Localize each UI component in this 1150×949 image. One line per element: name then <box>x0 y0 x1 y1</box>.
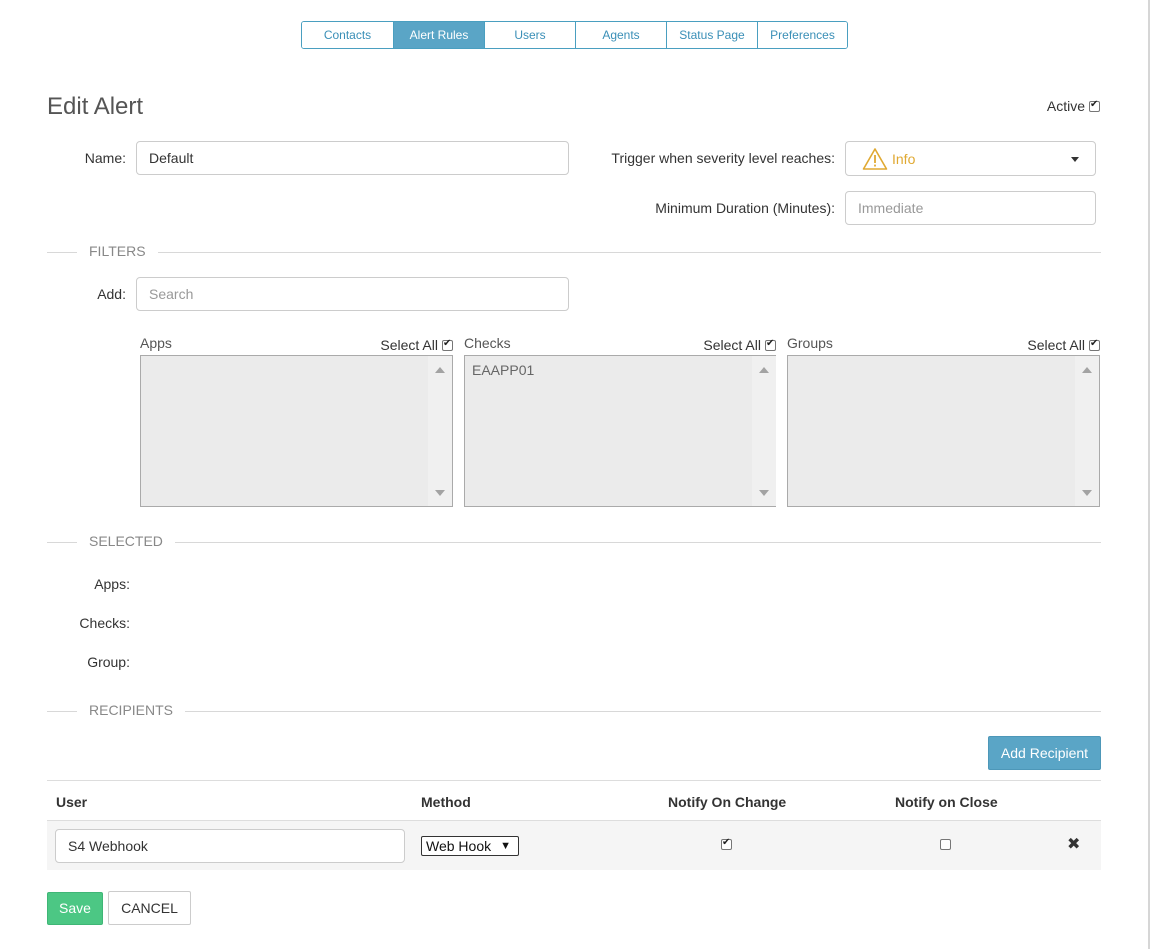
active-toggle: Active <box>1047 98 1100 114</box>
tab-bar: Contacts Alert Rules Users Agents Status… <box>301 21 848 49</box>
remove-recipient-icon[interactable]: ✖ <box>1067 834 1080 854</box>
tab-status-page[interactable]: Status Page <box>666 22 757 48</box>
recipients-table-header: User Method Notify On Change Notify on C… <box>47 780 1101 821</box>
filters-section-label: FILTERS <box>89 243 146 259</box>
cancel-button[interactable]: CANCEL <box>108 891 191 925</box>
selected-apps-label: Apps: <box>94 576 130 592</box>
selected-section-header: SELECTED <box>47 532 1101 552</box>
scroll-up-icon[interactable] <box>759 367 769 373</box>
dropdown-arrow-icon: ▼ <box>500 840 511 852</box>
scroll-down-icon[interactable] <box>435 490 445 496</box>
table-row: S4 Webhook Web Hook ▼ ✖ <box>47 821 1101 870</box>
selected-group-label: Group: <box>87 654 130 670</box>
apps-select-all[interactable]: Select All <box>380 337 453 353</box>
col-user: User <box>56 794 88 810</box>
apps-scrollbar[interactable] <box>428 356 452 506</box>
method-value: Web Hook <box>426 838 492 854</box>
save-button[interactable]: Save <box>47 892 103 925</box>
min-duration-label: Minimum Duration (Minutes): <box>655 200 835 216</box>
groups-listbox[interactable] <box>787 355 1100 507</box>
tab-alert-rules[interactable]: Alert Rules <box>393 22 484 48</box>
checks-select-all-checkbox[interactable] <box>765 338 776 351</box>
groups-list-panel: Groups Select All <box>787 335 1100 513</box>
col-method: Method <box>421 794 471 810</box>
page-title: Edit Alert <box>47 93 144 120</box>
checks-listbox[interactable]: EAAPP01 <box>464 355 776 507</box>
col-notify-change: Notify On Change <box>668 794 787 810</box>
checks-select-all[interactable]: Select All <box>703 337 776 353</box>
checks-list-title: Checks <box>464 335 511 351</box>
apps-listbox[interactable] <box>140 355 453 507</box>
warning-triangle-icon <box>862 147 888 174</box>
notify-change-checkbox[interactable] <box>721 837 732 850</box>
scroll-up-icon[interactable] <box>435 367 445 373</box>
active-checkbox[interactable] <box>1089 99 1100 112</box>
groups-select-all[interactable]: Select All <box>1027 337 1100 353</box>
severity-select[interactable]: Info <box>845 141 1096 176</box>
tab-preferences[interactable]: Preferences <box>757 22 847 48</box>
recipients-section-header: RECIPIENTS <box>47 701 1101 721</box>
scroll-up-icon[interactable] <box>1082 367 1092 373</box>
tab-contacts[interactable]: Contacts <box>302 22 393 48</box>
add-recipient-button[interactable]: Add Recipient <box>988 736 1101 770</box>
tab-agents[interactable]: Agents <box>575 22 666 48</box>
col-notify-close: Notify on Close <box>895 794 998 810</box>
method-select[interactable]: Web Hook ▼ <box>421 836 519 856</box>
apps-list-panel: Apps Select All <box>140 335 453 513</box>
groups-list-title: Groups <box>787 335 833 351</box>
chevron-down-icon <box>1071 157 1079 162</box>
groups-scrollbar[interactable] <box>1075 356 1099 506</box>
trigger-label: Trigger when severity level reaches: <box>611 150 835 166</box>
checks-list-panel: Checks Select All EAAPP01 <box>464 335 776 513</box>
active-label: Active <box>1046 98 1085 114</box>
groups-select-all-checkbox[interactable] <box>1089 338 1100 351</box>
recipients-section-label: RECIPIENTS <box>89 702 174 718</box>
add-filter-label: Add: <box>97 286 126 302</box>
filters-section-header: FILTERS <box>47 242 1101 262</box>
checks-select-all-label: Select All <box>703 337 761 353</box>
filter-search-input[interactable]: Search <box>136 277 569 311</box>
name-label: Name: <box>84 150 126 166</box>
recipient-user-input[interactable]: S4 Webhook <box>55 829 405 863</box>
selected-checks-label: Checks: <box>79 615 130 631</box>
scroll-down-icon[interactable] <box>1082 490 1092 496</box>
apps-select-all-label: Select All <box>380 337 438 353</box>
apps-select-all-checkbox[interactable] <box>442 338 453 351</box>
severity-value: Info <box>892 151 916 167</box>
name-input[interactable]: Default <box>136 141 569 175</box>
notify-close-checkbox[interactable] <box>940 839 951 850</box>
tab-users[interactable]: Users <box>484 22 575 48</box>
selected-section-label: SELECTED <box>89 533 163 549</box>
scroll-down-icon[interactable] <box>759 490 769 496</box>
apps-list-title: Apps <box>140 335 172 351</box>
list-item[interactable]: EAAPP01 <box>472 362 534 378</box>
min-duration-input[interactable]: Immediate <box>845 191 1096 225</box>
checks-scrollbar[interactable] <box>752 356 776 506</box>
groups-select-all-label: Select All <box>1027 337 1085 353</box>
